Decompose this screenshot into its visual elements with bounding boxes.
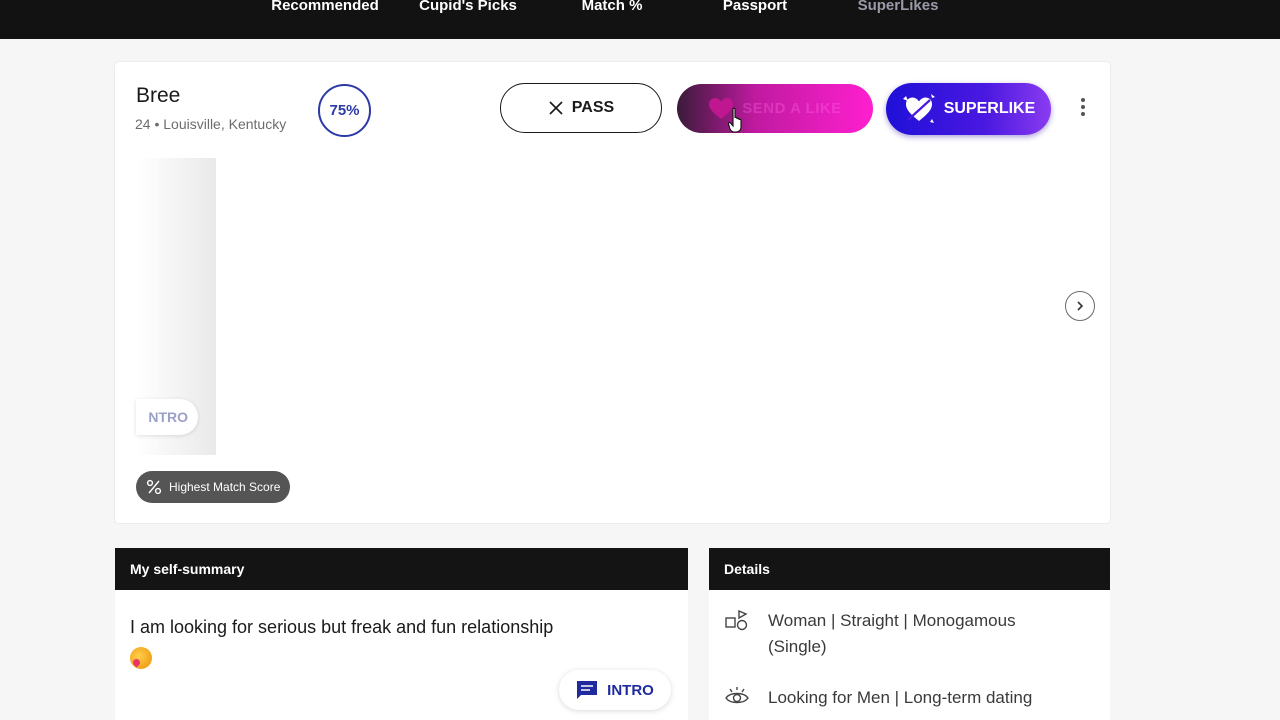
chevron-right-icon[interactable] [1065, 291, 1095, 321]
superlike-button[interactable]: SUPERLIKE [886, 83, 1051, 135]
details-header: Details [709, 548, 1110, 590]
gender-shapes-icon [725, 609, 748, 631]
top-nav: Recommended Cupid's Picks Match % Passpo… [0, 0, 1280, 39]
like-label: SEND A LIKE [742, 100, 842, 117]
self-summary-panel: My self-summary I am looking for serious… [115, 548, 688, 720]
self-summary-text: I am looking for serious but freak and f… [130, 612, 670, 672]
percent-icon [146, 479, 162, 495]
self-summary-body: I am looking for serious but freak and f… [130, 617, 554, 637]
more-options-icon[interactable] [1075, 96, 1091, 120]
message-icon [577, 681, 598, 699]
intro-label: INTRO [607, 681, 654, 699]
detail-row-looking-for: Looking for Men | Long-term dating [724, 685, 1078, 711]
profile-name: Bree [136, 84, 181, 107]
detail-text-identity: Woman | Straight | Monogamous (Single) [768, 611, 1016, 656]
pass-button[interactable]: PASS [500, 83, 662, 133]
details-panel: Details Woman | Straight | Monogamous (S… [709, 548, 1110, 720]
tab-passport[interactable]: Passport [723, 0, 787, 16]
pass-label: PASS [571, 99, 615, 116]
tab-match-percent[interactable]: Match % [582, 0, 643, 16]
profile-card: Bree 24 • Louisville, Kentucky 75% PASS … [115, 62, 1110, 523]
detail-text-looking-for: Looking for Men | Long-term dating [768, 688, 1033, 707]
close-icon [549, 101, 563, 115]
superlike-heart-icon [902, 94, 935, 123]
superlike-label: SUPERLIKE [943, 100, 1036, 117]
intro-button[interactable]: INTRO [559, 670, 671, 710]
badge-label: Highest Match Score [169, 480, 281, 494]
hand-cursor-icon [728, 107, 742, 133]
tab-recommended[interactable]: Recommended [271, 0, 379, 16]
tab-superlikes[interactable]: SuperLikes [858, 0, 939, 16]
photo-intro-button[interactable]: NTRO [136, 399, 198, 435]
like-button[interactable]: SEND A LIKE [677, 84, 873, 133]
eye-icon [725, 687, 749, 704]
smiling-face-with-hearts-icon [130, 647, 152, 670]
highest-match-badge: Highest Match Score [136, 471, 291, 503]
self-summary-header: My self-summary [115, 548, 688, 590]
detail-row-identity: Woman | Straight | Monogamous (Single) [724, 608, 1078, 660]
profile-meta: 24 • Louisville, Kentucky [135, 116, 287, 132]
tab-cupids-picks[interactable]: Cupid's Picks [419, 0, 517, 16]
match-percent-badge: 75% [318, 84, 371, 137]
